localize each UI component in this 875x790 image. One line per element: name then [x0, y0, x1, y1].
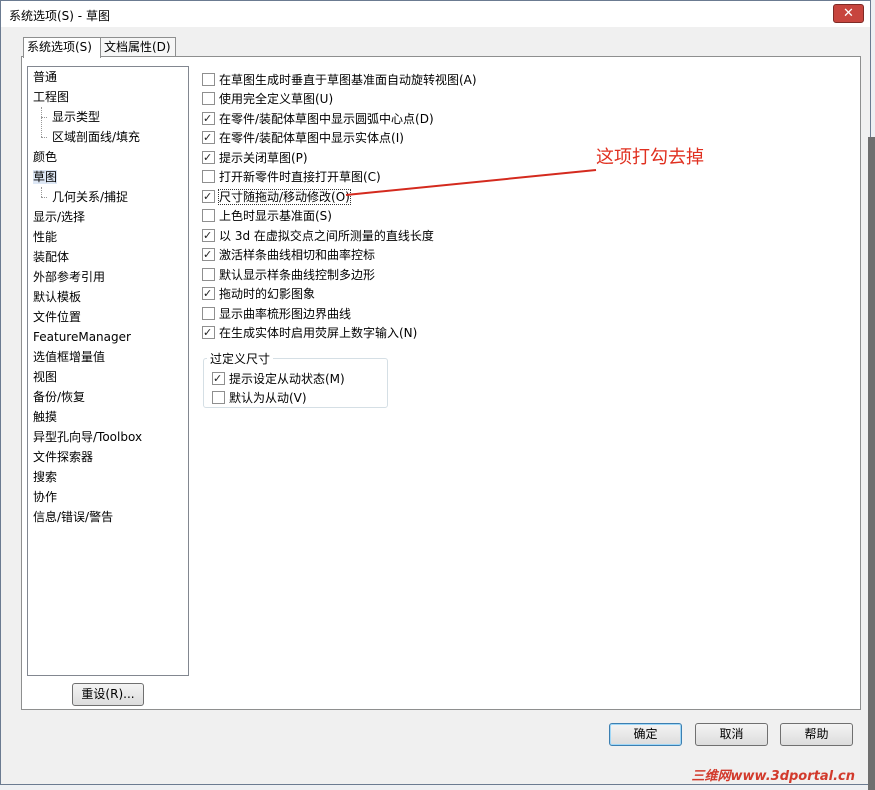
- watermark-text: 三维网www.3dportal.cn: [691, 769, 855, 784]
- tab-system-options[interactable]: 系统选项(S): [23, 37, 101, 58]
- annotation-text: 这项打勾去掉: [596, 147, 704, 168]
- annotation-arrow-line: [345, 169, 597, 196]
- annotation-arrow: [345, 169, 597, 196]
